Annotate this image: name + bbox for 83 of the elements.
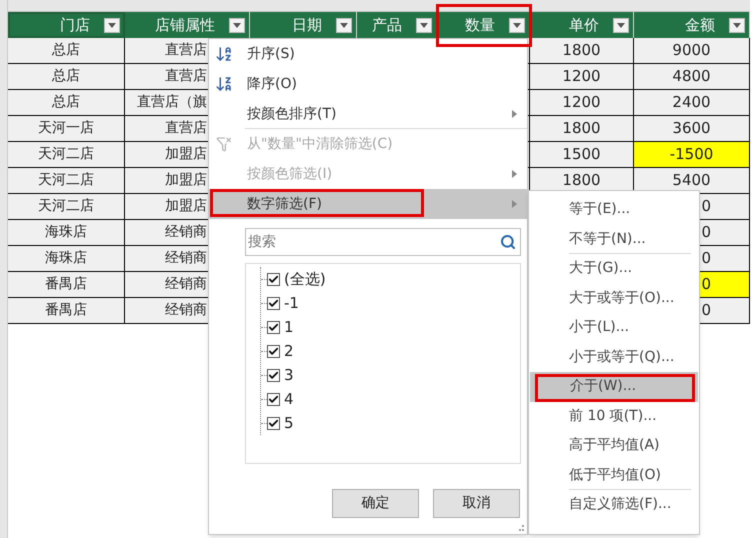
caret-icon (617, 22, 625, 28)
resize-grip-icon (519, 524, 525, 532)
filter-dropdown-button[interactable] (416, 18, 432, 32)
checkbox[interactable] (267, 368, 280, 382)
filter-dropdown-button[interactable] (509, 18, 525, 32)
caret-icon (420, 22, 428, 28)
column-header-label: 店铺属性 (155, 14, 215, 36)
checkbox[interactable] (267, 392, 280, 406)
submenu-arrow-icon (512, 200, 517, 208)
table-cell: 3600 (634, 116, 750, 142)
table-cell: 4800 (634, 64, 750, 90)
table-cell: -1500 (634, 142, 750, 168)
table-cell: 番禺店 (8, 272, 125, 298)
submenu-arrow-icon (512, 110, 517, 118)
checkbox[interactable] (267, 296, 280, 310)
table-cell: 天河二店 (8, 142, 125, 168)
table-cell: 总店 (8, 90, 125, 116)
table-cell: 天河二店 (8, 168, 125, 194)
menu-item[interactable]: 低于平均值(O) (529, 460, 699, 490)
checkbox[interactable] (267, 320, 280, 334)
checkbox[interactable] (267, 416, 280, 430)
menu-item[interactable]: 自定义筛选(F)... (529, 490, 699, 520)
clear-filter-icon (216, 136, 232, 152)
checkbox[interactable] (267, 344, 280, 358)
sort-ascending-icon (215, 45, 233, 63)
caret-icon (340, 22, 348, 28)
table-cell: 1200 (530, 90, 634, 116)
column-header-label: 单价 (569, 14, 599, 36)
caret-icon (733, 22, 741, 28)
caret-icon (233, 22, 241, 28)
check-icon (268, 274, 279, 284)
checkbox[interactable] (267, 272, 280, 286)
table-cell: 1800 (530, 38, 634, 64)
column-header-label: 日期 (292, 14, 322, 36)
check-icon (268, 298, 279, 308)
caret-icon (108, 22, 116, 28)
table-cell: 番禺店 (8, 298, 125, 324)
value-label: 4 (284, 388, 294, 410)
search-icon (500, 234, 516, 250)
table-cell: 总店 (8, 38, 125, 64)
column-header[interactable]: 门店 (8, 12, 125, 38)
filter-dropdown-button[interactable] (336, 18, 352, 32)
dialog-button[interactable]: 取消 (433, 489, 520, 518)
value-label: 1 (284, 316, 294, 338)
check-icon (268, 418, 279, 428)
table-cell: 1500 (530, 142, 634, 168)
filter-dropdown-button[interactable] (729, 18, 745, 32)
table-cell: 海珠店 (8, 246, 125, 272)
value-label: 3 (284, 364, 294, 386)
check-icon (268, 370, 279, 380)
table-cell: 9000 (634, 38, 750, 64)
filter-dropdown-button[interactable] (613, 18, 629, 32)
table-cell: 天河一店 (8, 116, 125, 142)
table-cell: 天河二店 (8, 194, 125, 220)
caret-icon (513, 22, 521, 28)
table-cell: 海珠店 (8, 220, 125, 246)
menu-item[interactable]: 小于或等于(Q)... (529, 342, 699, 372)
column-header-label: 门店 (60, 14, 90, 36)
table-cell: 1200 (530, 64, 634, 90)
menu-item[interactable]: 高于平均值(A) (529, 431, 699, 460)
check-icon (268, 346, 279, 356)
check-icon (268, 322, 279, 332)
dialog-button[interactable]: 确定 (332, 489, 419, 518)
value-label: -1 (284, 292, 299, 314)
search-field[interactable]: 搜索 (245, 228, 521, 256)
column-header-label: 产品 (372, 14, 402, 36)
value-label: (全选) (284, 268, 326, 290)
menu-item[interactable]: 数字筛选(F) (209, 189, 527, 219)
column-header-label: 数量 (465, 14, 495, 36)
table-cell: 1800 (530, 116, 634, 142)
value-label: 2 (284, 340, 294, 362)
check-icon (268, 394, 279, 404)
submenu-arrow-icon (512, 170, 517, 178)
sort-descending-icon (215, 75, 233, 93)
filter-dropdown-button[interactable] (229, 18, 245, 32)
value-label: 5 (284, 412, 294, 434)
column-header-label: 金额 (685, 14, 715, 36)
menu-item[interactable]: 介于(W)... (530, 372, 698, 402)
table-cell: 2400 (634, 90, 750, 116)
filter-dropdown-button[interactable] (104, 18, 120, 32)
table-cell: 5400 (634, 168, 750, 194)
menu-item[interactable]: 前 10 项(T)... (529, 402, 699, 431)
table-cell: 总店 (8, 64, 125, 90)
